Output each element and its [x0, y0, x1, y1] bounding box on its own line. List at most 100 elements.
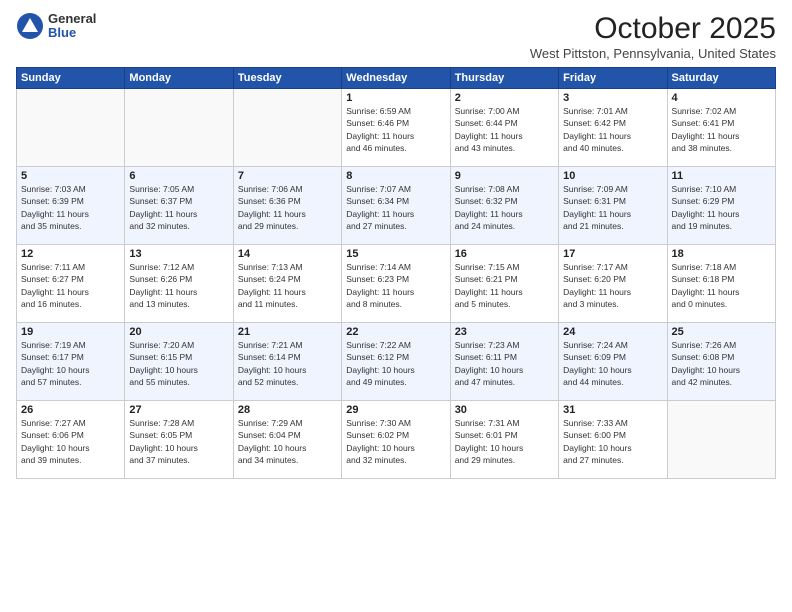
- day-info: Sunrise: 7:29 AM Sunset: 6:04 PM Dayligh…: [238, 417, 337, 466]
- table-row: 20Sunrise: 7:20 AM Sunset: 6:15 PM Dayli…: [125, 323, 233, 401]
- day-info: Sunrise: 7:23 AM Sunset: 6:11 PM Dayligh…: [455, 339, 554, 388]
- day-number: 23: [455, 326, 554, 338]
- day-info: Sunrise: 7:33 AM Sunset: 6:00 PM Dayligh…: [563, 417, 662, 466]
- day-number: 11: [672, 170, 771, 182]
- table-row: 29Sunrise: 7:30 AM Sunset: 6:02 PM Dayli…: [342, 401, 450, 479]
- location: West Pittston, Pennsylvania, United Stat…: [530, 46, 776, 61]
- day-number: 1: [346, 92, 445, 104]
- day-number: 30: [455, 404, 554, 416]
- table-row: [667, 401, 775, 479]
- table-row: 6Sunrise: 7:05 AM Sunset: 6:37 PM Daylig…: [125, 167, 233, 245]
- table-row: 22Sunrise: 7:22 AM Sunset: 6:12 PM Dayli…: [342, 323, 450, 401]
- day-number: 6: [129, 170, 228, 182]
- col-sunday: Sunday: [17, 68, 125, 89]
- day-number: 15: [346, 248, 445, 260]
- col-friday: Friday: [559, 68, 667, 89]
- table-row: [125, 89, 233, 167]
- table-row: 4Sunrise: 7:02 AM Sunset: 6:41 PM Daylig…: [667, 89, 775, 167]
- day-number: 25: [672, 326, 771, 338]
- day-number: 27: [129, 404, 228, 416]
- table-row: 9Sunrise: 7:08 AM Sunset: 6:32 PM Daylig…: [450, 167, 558, 245]
- day-info: Sunrise: 7:14 AM Sunset: 6:23 PM Dayligh…: [346, 261, 445, 310]
- day-info: Sunrise: 7:19 AM Sunset: 6:17 PM Dayligh…: [21, 339, 120, 388]
- table-row: 27Sunrise: 7:28 AM Sunset: 6:05 PM Dayli…: [125, 401, 233, 479]
- col-saturday: Saturday: [667, 68, 775, 89]
- table-row: 31Sunrise: 7:33 AM Sunset: 6:00 PM Dayli…: [559, 401, 667, 479]
- col-monday: Monday: [125, 68, 233, 89]
- col-tuesday: Tuesday: [233, 68, 341, 89]
- calendar-week-row: 12Sunrise: 7:11 AM Sunset: 6:27 PM Dayli…: [17, 245, 776, 323]
- day-number: 16: [455, 248, 554, 260]
- logo-general-text: General: [48, 12, 96, 26]
- calendar-week-row: 26Sunrise: 7:27 AM Sunset: 6:06 PM Dayli…: [17, 401, 776, 479]
- day-number: 22: [346, 326, 445, 338]
- table-row: 26Sunrise: 7:27 AM Sunset: 6:06 PM Dayli…: [17, 401, 125, 479]
- table-row: 28Sunrise: 7:29 AM Sunset: 6:04 PM Dayli…: [233, 401, 341, 479]
- day-info: Sunrise: 7:20 AM Sunset: 6:15 PM Dayligh…: [129, 339, 228, 388]
- day-info: Sunrise: 7:24 AM Sunset: 6:09 PM Dayligh…: [563, 339, 662, 388]
- table-row: 25Sunrise: 7:26 AM Sunset: 6:08 PM Dayli…: [667, 323, 775, 401]
- table-row: 16Sunrise: 7:15 AM Sunset: 6:21 PM Dayli…: [450, 245, 558, 323]
- day-number: 9: [455, 170, 554, 182]
- table-row: 30Sunrise: 7:31 AM Sunset: 6:01 PM Dayli…: [450, 401, 558, 479]
- calendar-week-row: 5Sunrise: 7:03 AM Sunset: 6:39 PM Daylig…: [17, 167, 776, 245]
- day-number: 24: [563, 326, 662, 338]
- logo-icon: [16, 12, 44, 40]
- day-info: Sunrise: 6:59 AM Sunset: 6:46 PM Dayligh…: [346, 105, 445, 154]
- table-row: 23Sunrise: 7:23 AM Sunset: 6:11 PM Dayli…: [450, 323, 558, 401]
- day-number: 19: [21, 326, 120, 338]
- day-info: Sunrise: 7:01 AM Sunset: 6:42 PM Dayligh…: [563, 105, 662, 154]
- table-row: [17, 89, 125, 167]
- table-row: 21Sunrise: 7:21 AM Sunset: 6:14 PM Dayli…: [233, 323, 341, 401]
- day-info: Sunrise: 7:08 AM Sunset: 6:32 PM Dayligh…: [455, 183, 554, 232]
- day-number: 29: [346, 404, 445, 416]
- day-info: Sunrise: 7:10 AM Sunset: 6:29 PM Dayligh…: [672, 183, 771, 232]
- day-number: 4: [672, 92, 771, 104]
- day-number: 3: [563, 92, 662, 104]
- day-number: 17: [563, 248, 662, 260]
- table-row: 12Sunrise: 7:11 AM Sunset: 6:27 PM Dayli…: [17, 245, 125, 323]
- day-info: Sunrise: 7:06 AM Sunset: 6:36 PM Dayligh…: [238, 183, 337, 232]
- day-info: Sunrise: 7:21 AM Sunset: 6:14 PM Dayligh…: [238, 339, 337, 388]
- day-number: 18: [672, 248, 771, 260]
- day-number: 28: [238, 404, 337, 416]
- day-number: 10: [563, 170, 662, 182]
- table-row: 13Sunrise: 7:12 AM Sunset: 6:26 PM Dayli…: [125, 245, 233, 323]
- day-number: 2: [455, 92, 554, 104]
- day-number: 8: [346, 170, 445, 182]
- day-info: Sunrise: 7:09 AM Sunset: 6:31 PM Dayligh…: [563, 183, 662, 232]
- day-info: Sunrise: 7:17 AM Sunset: 6:20 PM Dayligh…: [563, 261, 662, 310]
- table-row: 5Sunrise: 7:03 AM Sunset: 6:39 PM Daylig…: [17, 167, 125, 245]
- day-number: 7: [238, 170, 337, 182]
- table-row: 2Sunrise: 7:00 AM Sunset: 6:44 PM Daylig…: [450, 89, 558, 167]
- col-thursday: Thursday: [450, 68, 558, 89]
- calendar-table: Sunday Monday Tuesday Wednesday Thursday…: [16, 67, 776, 479]
- day-number: 14: [238, 248, 337, 260]
- month-title: October 2025: [530, 12, 776, 46]
- day-info: Sunrise: 7:03 AM Sunset: 6:39 PM Dayligh…: [21, 183, 120, 232]
- day-info: Sunrise: 7:11 AM Sunset: 6:27 PM Dayligh…: [21, 261, 120, 310]
- day-info: Sunrise: 7:18 AM Sunset: 6:18 PM Dayligh…: [672, 261, 771, 310]
- table-row: 14Sunrise: 7:13 AM Sunset: 6:24 PM Dayli…: [233, 245, 341, 323]
- page-container: General Blue October 2025 West Pittston,…: [0, 0, 792, 612]
- table-row: 8Sunrise: 7:07 AM Sunset: 6:34 PM Daylig…: [342, 167, 450, 245]
- day-info: Sunrise: 7:31 AM Sunset: 6:01 PM Dayligh…: [455, 417, 554, 466]
- title-block: October 2025 West Pittston, Pennsylvania…: [530, 12, 776, 61]
- day-number: 21: [238, 326, 337, 338]
- table-row: [233, 89, 341, 167]
- logo-blue-text: Blue: [48, 26, 96, 40]
- table-row: 15Sunrise: 7:14 AM Sunset: 6:23 PM Dayli…: [342, 245, 450, 323]
- day-info: Sunrise: 7:27 AM Sunset: 6:06 PM Dayligh…: [21, 417, 120, 466]
- col-wednesday: Wednesday: [342, 68, 450, 89]
- table-row: 1Sunrise: 6:59 AM Sunset: 6:46 PM Daylig…: [342, 89, 450, 167]
- day-number: 5: [21, 170, 120, 182]
- table-row: 7Sunrise: 7:06 AM Sunset: 6:36 PM Daylig…: [233, 167, 341, 245]
- table-row: 3Sunrise: 7:01 AM Sunset: 6:42 PM Daylig…: [559, 89, 667, 167]
- day-info: Sunrise: 7:12 AM Sunset: 6:26 PM Dayligh…: [129, 261, 228, 310]
- header: General Blue October 2025 West Pittston,…: [16, 12, 776, 61]
- logo: General Blue: [16, 12, 96, 41]
- table-row: 19Sunrise: 7:19 AM Sunset: 6:17 PM Dayli…: [17, 323, 125, 401]
- table-row: 18Sunrise: 7:18 AM Sunset: 6:18 PM Dayli…: [667, 245, 775, 323]
- table-row: 11Sunrise: 7:10 AM Sunset: 6:29 PM Dayli…: [667, 167, 775, 245]
- logo-text: General Blue: [48, 12, 96, 41]
